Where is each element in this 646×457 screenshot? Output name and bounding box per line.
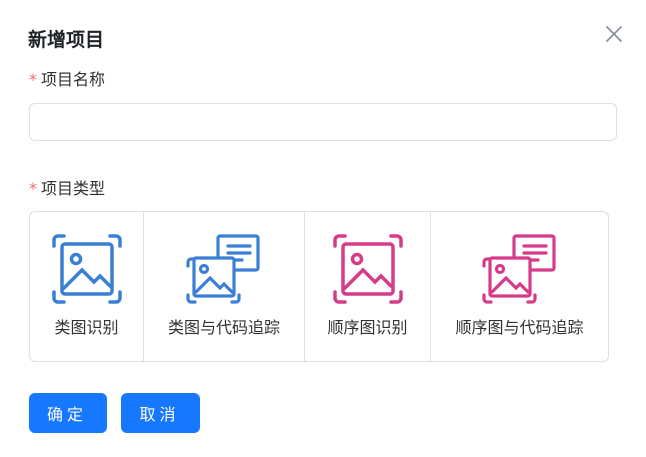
type-option-sequence-diagram[interactable]: 顺序图识别: [305, 212, 431, 361]
image-code-icon: [186, 234, 260, 304]
type-option-label: 顺序图与代码追踪: [455, 318, 584, 337]
new-project-dialog: 新增项目 * 项目名称 * 项目类型 类图识别 类图与代码追踪 顺序图识别 顺序…: [0, 0, 646, 457]
close-button[interactable]: [602, 22, 626, 46]
required-mark: *: [29, 179, 37, 198]
type-option-class-diagram[interactable]: 类图识别: [30, 212, 144, 361]
image-code-icon: [481, 234, 556, 304]
close-icon: [606, 26, 622, 42]
required-mark: *: [29, 70, 37, 89]
project-name-input[interactable]: [29, 103, 617, 141]
confirm-button[interactable]: 确定: [29, 393, 107, 433]
project-type-label: * 项目类型: [29, 179, 105, 199]
project-type-label-text: 项目类型: [41, 179, 106, 198]
image-frame-icon: [51, 234, 122, 304]
type-option-label: 类图识别: [54, 318, 119, 337]
image-frame-icon: [332, 234, 403, 304]
project-type-selector: 类图识别 类图与代码追踪 顺序图识别 顺序图与代码追踪: [29, 211, 609, 362]
project-name-label: * 项目名称: [29, 70, 105, 90]
type-option-label: 类图与代码追踪: [167, 318, 280, 337]
type-option-sequence-diagram-code-trace[interactable]: 顺序图与代码追踪: [431, 212, 608, 361]
project-name-label-text: 项目名称: [41, 70, 106, 89]
type-option-class-diagram-code-trace[interactable]: 类图与代码追踪: [144, 212, 305, 361]
dialog-title: 新增项目: [28, 29, 105, 51]
cancel-button[interactable]: 取消: [121, 393, 200, 433]
type-option-label: 顺序图识别: [327, 318, 408, 337]
